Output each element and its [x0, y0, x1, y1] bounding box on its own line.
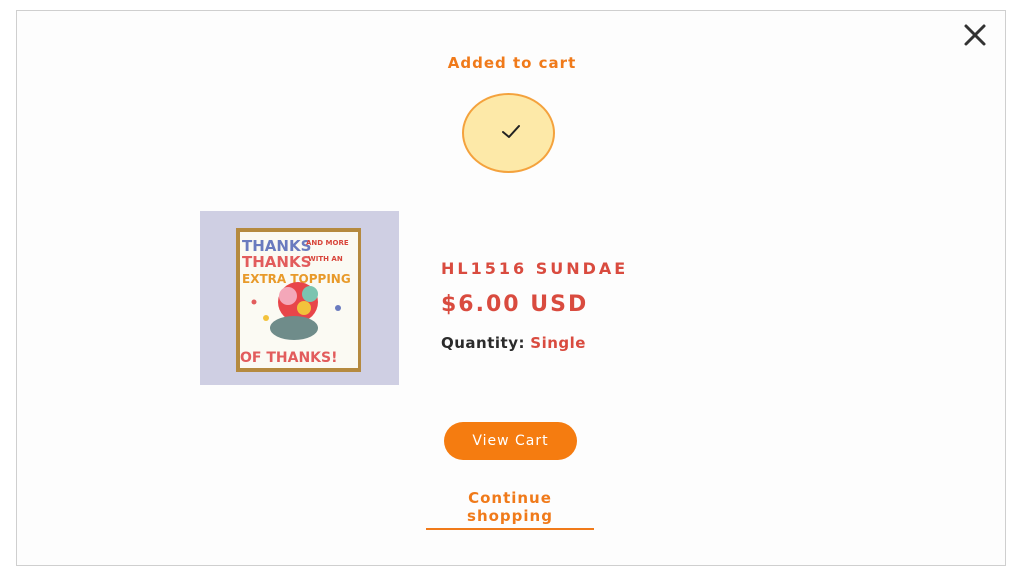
- greeting-card-illustration: THANKS AND MORE THANKS WITH AN EXTRA TOP…: [236, 228, 361, 372]
- product-price: $6.00 USD: [441, 292, 589, 317]
- quantity-label: Quantity:: [441, 334, 525, 352]
- card-text-thanks-2: THANKS: [242, 253, 311, 271]
- checkmark-icon: [502, 125, 520, 138]
- success-badge: [462, 93, 555, 173]
- product-name: HL1516 SUNDAE: [441, 259, 629, 278]
- quantity-value: Single: [530, 334, 586, 352]
- card-text-of-thanks: OF THANKS!: [240, 350, 337, 366]
- view-cart-button[interactable]: View Cart: [444, 422, 577, 460]
- card-text-with-an: WITH AN: [308, 255, 343, 263]
- card-text-and-more: AND MORE: [306, 239, 349, 247]
- close-icon[interactable]: [960, 20, 990, 50]
- continue-shopping-link[interactable]: Continue shopping: [426, 489, 594, 530]
- added-to-cart-title: Added to cart: [447, 54, 577, 72]
- quantity-row: Quantity: Single: [441, 334, 586, 352]
